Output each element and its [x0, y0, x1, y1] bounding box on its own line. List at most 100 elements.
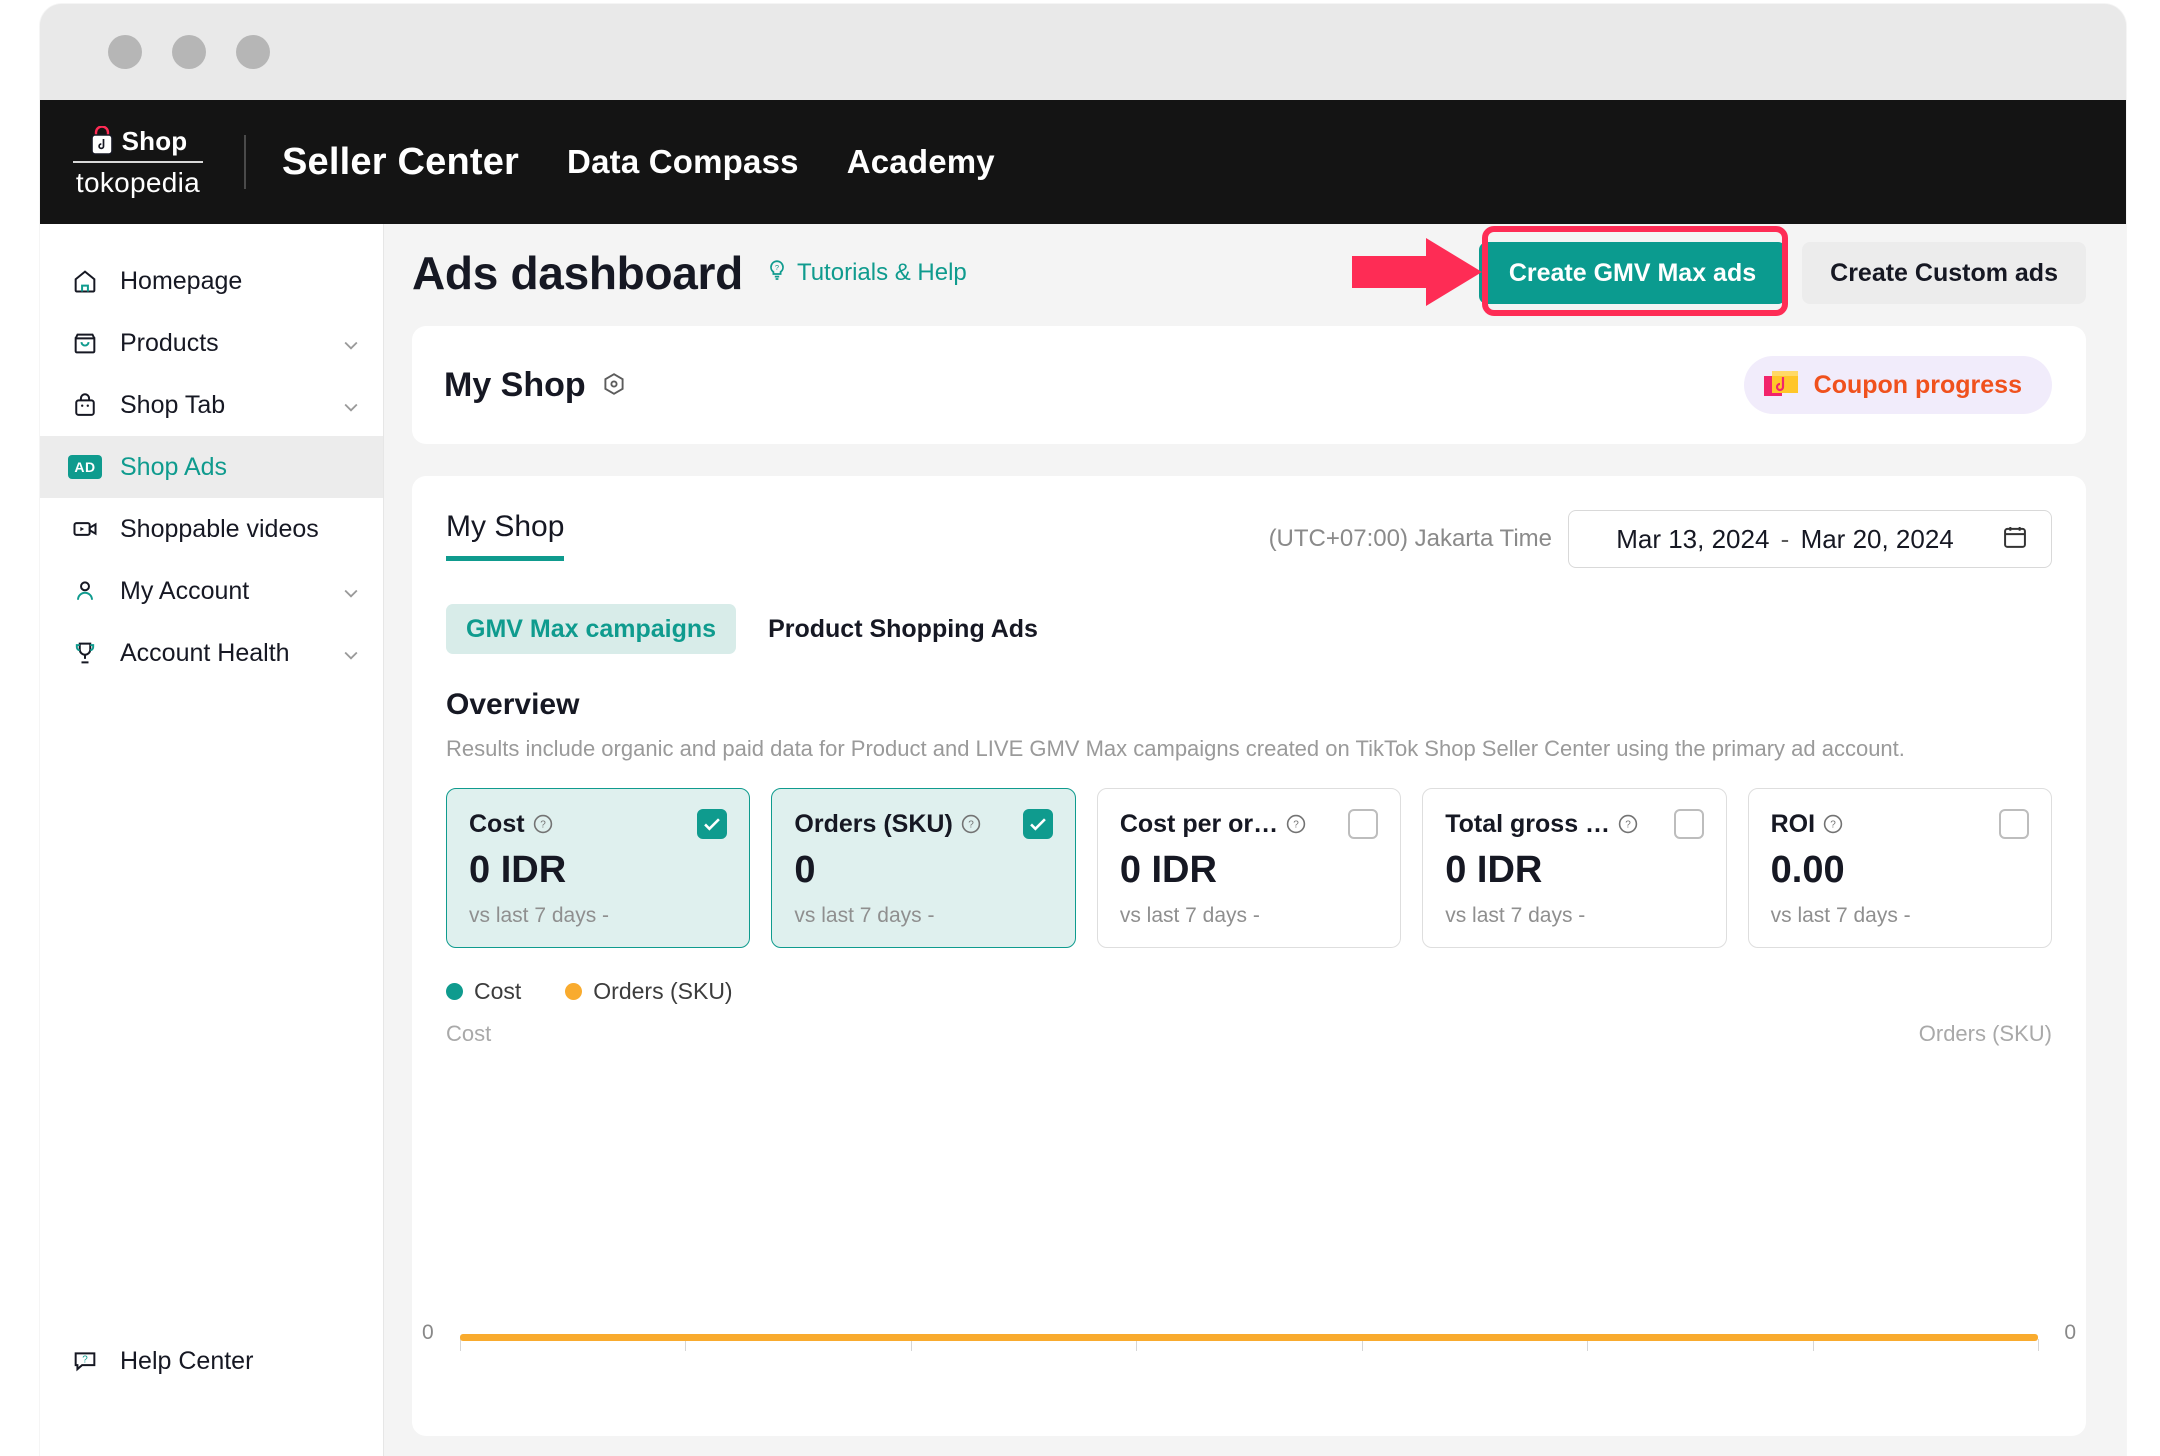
- tutorials-and-help-link[interactable]: ? Tutorials & Help: [765, 258, 967, 289]
- metric-comparison: vs last 7 days -: [1770, 904, 1911, 927]
- window-titlebar: [40, 4, 2126, 100]
- sidebar-item-label: Homepage: [120, 266, 243, 295]
- shop-summary-card: My Shop Coupon progress: [412, 326, 2086, 444]
- sidebar-item-shoppable-videos[interactable]: Shoppable videos: [40, 498, 383, 560]
- chart-left-axis-title: Cost: [446, 1021, 492, 1046]
- metric-value: 0 IDR: [469, 849, 567, 891]
- home-icon: [68, 264, 102, 298]
- metric-comparison: vs last 7 days -: [469, 904, 610, 927]
- nav-link-academy[interactable]: Academy: [847, 143, 995, 181]
- close-window-button[interactable]: [108, 35, 142, 69]
- metric-comparison: vs last 7 days -: [1119, 904, 1260, 927]
- date-range-separator: -: [1780, 523, 1790, 554]
- chart-legend: Cost Orders (SKU): [446, 978, 2052, 1005]
- logo-shop-text: Shop: [121, 125, 188, 156]
- metric-card-total-gross[interactable]: Total gross … ? 0 IDR vs last 7 days -: [1422, 788, 1727, 948]
- metric-checkbox[interactable]: [1999, 809, 2030, 839]
- metric-label: ROI: [1770, 809, 1816, 838]
- metric-card-cost-per-order[interactable]: Cost per or… ? 0 IDR vs last 7 days -: [1096, 788, 1402, 948]
- coupon-progress-label: Coupon progress: [1813, 370, 2022, 399]
- metric-value: 0 IDR: [1119, 849, 1217, 891]
- bag-icon: [68, 388, 102, 422]
- analytics-header: My Shop (UTC+07:00) Jakarta Time Mar 13,…: [446, 510, 2052, 568]
- overview-description: Results include organic and paid data fo…: [446, 736, 1905, 761]
- maximize-window-button[interactable]: [236, 35, 270, 69]
- logo-brand-text: tokopedia: [75, 166, 201, 198]
- user-icon: [68, 574, 102, 608]
- nav-seller-center-title[interactable]: Seller Center: [282, 141, 519, 184]
- coupon-progress-button[interactable]: Coupon progress: [1743, 356, 2052, 414]
- tab-my-shop[interactable]: My Shop: [446, 510, 565, 561]
- overview-line-chart: 0 0: [422, 1051, 2076, 1351]
- header-actions: Create GMV Max ads Create Custom ads: [1478, 242, 2086, 304]
- sidebar-menu: Homepage Products Shop Tab AD Shop Ads S…: [40, 224, 383, 684]
- logo-divider-rule: [73, 160, 203, 163]
- sidebar-item-help-center[interactable]: ? Help Center: [40, 1332, 383, 1390]
- sidebar-item-label: Shop Ads: [120, 452, 228, 481]
- metric-value: 0 IDR: [1445, 849, 1543, 891]
- metric-value: 0: [794, 849, 816, 891]
- metric-label: Orders (SKU): [794, 809, 953, 838]
- question-mark-icon[interactable]: ?: [1617, 813, 1639, 835]
- metric-card-orders-sku[interactable]: Orders (SKU) ? 0 vs last 7 days -: [771, 788, 1076, 948]
- chevron-down-icon[interactable]: [341, 395, 361, 415]
- minimize-window-button[interactable]: [172, 35, 206, 69]
- metric-card-roi[interactable]: ROI ? 0.00 vs last 7 days -: [1747, 788, 2053, 948]
- hexagon-badge-icon[interactable]: [600, 371, 628, 399]
- metric-card-cost[interactable]: Cost ? 0 IDR vs last 7 days -: [446, 788, 751, 948]
- sidebar: Homepage Products Shop Tab AD Shop Ads S…: [40, 224, 384, 1456]
- chart-x-tick: [460, 1339, 461, 1351]
- legend-label: Cost: [474, 978, 522, 1004]
- svg-text:?: ?: [1625, 820, 1631, 831]
- sidebar-item-label: Shop Tab: [120, 390, 226, 419]
- ad-badge-icon: AD: [68, 450, 102, 484]
- video-icon: [68, 512, 102, 546]
- question-mark-icon[interactable]: ?: [1285, 813, 1307, 835]
- sidebar-item-label: My Account: [120, 576, 250, 605]
- analytics-card: My Shop (UTC+07:00) Jakarta Time Mar 13,…: [412, 476, 2086, 1436]
- create-custom-ads-button[interactable]: Create Custom ads: [1802, 242, 2086, 304]
- chevron-down-icon[interactable]: [341, 581, 361, 601]
- sidebar-item-shop-tab[interactable]: Shop Tab: [40, 374, 383, 436]
- products-icon: [68, 326, 102, 360]
- chevron-down-icon[interactable]: [341, 333, 361, 353]
- chart-left-axis-tick-zero: 0: [422, 1321, 434, 1344]
- metric-checkbox[interactable]: [1348, 809, 1379, 839]
- shopping-bag-icon: [89, 125, 115, 156]
- legend-item-orders[interactable]: Orders (SKU): [565, 978, 733, 1005]
- sidebar-item-my-account[interactable]: My Account: [40, 560, 383, 622]
- metric-checkbox[interactable]: [1673, 809, 1704, 839]
- subtab-gmv-max-campaigns[interactable]: GMV Max campaigns: [446, 604, 737, 654]
- tiktok-shop-tokopedia-logo[interactable]: Shop tokopedia: [64, 125, 212, 199]
- question-mark-icon[interactable]: ?: [532, 813, 554, 835]
- metric-checkbox[interactable]: [697, 809, 728, 839]
- legend-dot-cost: [446, 983, 463, 1000]
- question-mark-icon[interactable]: ?: [960, 813, 982, 835]
- date-range-picker[interactable]: Mar 13, 2024 - Mar 20, 2024: [1568, 510, 2052, 568]
- subtab-product-shopping-ads[interactable]: Product Shopping Ads: [768, 615, 1038, 644]
- sidebar-item-shop-ads[interactable]: AD Shop Ads: [40, 436, 383, 498]
- chevron-down-icon[interactable]: [341, 643, 361, 663]
- nav-link-data-compass[interactable]: Data Compass: [567, 143, 799, 181]
- sub-tabs: GMV Max campaigns Product Shopping Ads: [446, 604, 2052, 654]
- calendar-icon[interactable]: [2001, 523, 2029, 556]
- screenshot-root: Shop tokopedia Seller Center Data Compas…: [0, 0, 2160, 1456]
- trophy-icon: [68, 636, 102, 670]
- metric-checkbox[interactable]: [1022, 809, 1053, 839]
- svg-text:?: ?: [775, 263, 779, 272]
- timezone-and-daterange: (UTC+07:00) Jakarta Time Mar 13, 2024 - …: [1269, 510, 2052, 568]
- metric-cards: Cost ? 0 IDR vs last 7 days - Orders (SK…: [446, 788, 2053, 948]
- chart-x-tick: [2038, 1339, 2039, 1351]
- svg-text:?: ?: [82, 1355, 88, 1366]
- svg-text:?: ?: [968, 820, 974, 831]
- chart-axis-titles: Cost Orders (SKU): [446, 1021, 2052, 1047]
- create-gmv-max-ads-button[interactable]: Create GMV Max ads: [1478, 242, 1787, 304]
- top-navigation-bar: Shop tokopedia Seller Center Data Compas…: [40, 100, 2126, 224]
- sidebar-item-account-health[interactable]: Account Health: [40, 622, 383, 684]
- question-mark-icon[interactable]: ?: [1822, 813, 1844, 835]
- sidebar-item-homepage[interactable]: Homepage: [40, 250, 383, 312]
- legend-item-cost[interactable]: Cost: [446, 978, 521, 1005]
- sidebar-item-label: Shoppable videos: [120, 514, 319, 543]
- sidebar-item-products[interactable]: Products: [40, 312, 383, 374]
- chart-right-axis-tick-zero: 0: [2064, 1321, 2076, 1344]
